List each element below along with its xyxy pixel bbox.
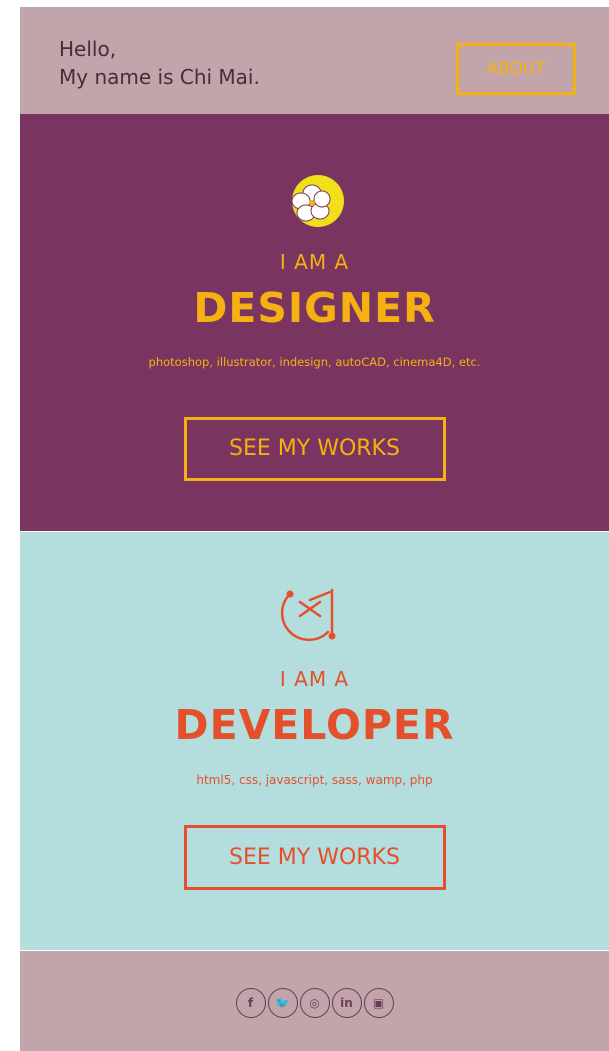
facebook-icon[interactable]: f: [235, 988, 266, 1018]
greeting: Hello, My name is Chi Mai.: [59, 35, 260, 91]
designer-see-works-button[interactable]: SEE MY WORKS: [183, 417, 446, 481]
instagram-icon[interactable]: ◎: [299, 988, 330, 1018]
footer: f 🐦 ◎ in ▣: [20, 951, 609, 1051]
developer-role: DEVELOPER: [174, 701, 455, 749]
linkedin-icon[interactable]: in: [331, 988, 362, 1018]
social-links: f 🐦 ◎ in ▣: [20, 988, 609, 1018]
youtube-icon[interactable]: ▣: [363, 988, 394, 1018]
greeting-line-2: My name is Chi Mai.: [59, 65, 260, 89]
page: Hello, My name is Chi Mai. ABOUT I AM A …: [20, 7, 609, 1051]
twitter-icon[interactable]: 🐦: [267, 988, 298, 1018]
flower-icon: [291, 175, 344, 227]
about-button[interactable]: ABOUT: [456, 43, 576, 95]
greeting-line-1: Hello,: [59, 37, 117, 61]
designer-skills: photoshop, illustrator, indesign, autoCA…: [148, 355, 481, 369]
designer-section: I AM A DESIGNER photoshop, illustrator, …: [20, 114, 609, 531]
developer-iam: I AM A: [279, 667, 350, 691]
developer-section: I AM A DEVELOPER html5, css, javascript,…: [20, 532, 609, 950]
header: Hello, My name is Chi Mai. ABOUT: [20, 7, 609, 114]
developer-see-works-button[interactable]: SEE MY WORKS: [183, 825, 446, 890]
code-face-icon: [280, 588, 335, 642]
developer-skills: html5, css, javascript, sass, wamp, php: [196, 773, 433, 787]
designer-iam: I AM A: [279, 250, 350, 274]
designer-role: DESIGNER: [193, 284, 436, 332]
